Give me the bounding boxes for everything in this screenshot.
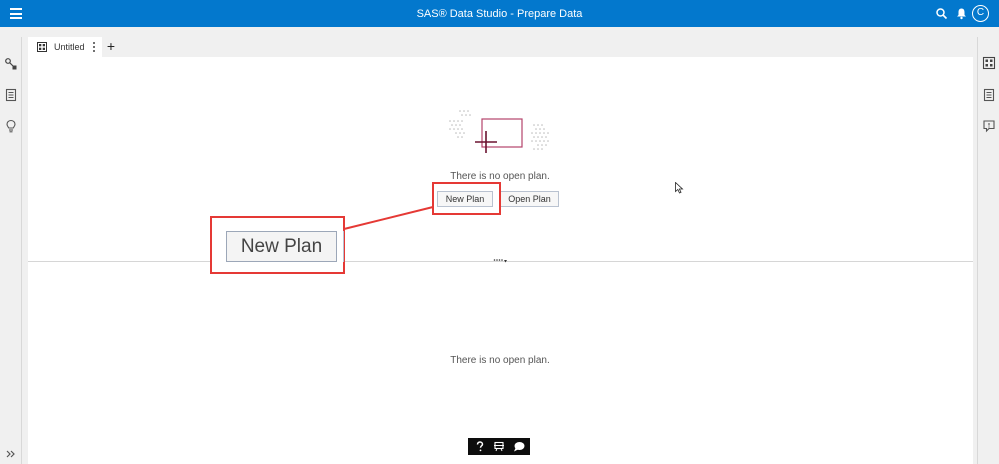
comment-icon[interactable] [982,119,996,133]
document-icon[interactable] [982,88,996,102]
grid-icon[interactable] [982,56,996,70]
zoomed-new-plan-button: New Plan [226,231,337,262]
splitter-handle-icon[interactable] [493,257,509,265]
settings-toggle-icon[interactable] [493,441,505,452]
app-header: SAS® Data Studio - Prepare Data C [0,0,999,27]
bottom-empty-message: There is no open plan. [450,355,550,366]
zoomed-callout: New Plan [210,216,345,274]
plan-grid-icon [37,42,47,52]
empty-plan-illustration-icon [449,110,549,153]
user-avatar[interactable]: C [972,5,989,22]
app-title: SAS® Data Studio - Prepare Data [416,8,583,20]
mouse-cursor-icon [675,182,684,194]
left-rail [0,37,22,464]
data-sources-icon[interactable] [4,57,18,71]
top-empty-message: There is no open plan. [450,171,550,182]
lightbulb-icon[interactable] [4,119,18,133]
help-icon[interactable] [474,441,486,452]
add-tab-button[interactable]: + [105,38,117,54]
bell-icon[interactable] [955,7,968,20]
chat-icon[interactable] [513,441,525,452]
workspace: There is no open plan. New Plan Open Pla… [28,57,973,464]
tab-label: Untitled [54,42,85,52]
tab-bar: Untitled + [28,37,973,57]
new-plan-highlight [432,182,501,215]
tab-more-icon[interactable] [92,41,96,53]
open-plan-button[interactable]: Open Plan [500,191,559,207]
tab-untitled[interactable]: Untitled [28,37,102,57]
zoomed-open-plan-edge [343,231,347,262]
right-rail [977,37,999,464]
expand-icon[interactable] [4,447,18,461]
callout-connector [343,206,434,230]
document-icon[interactable] [4,88,18,102]
help-toolbar [468,438,530,455]
search-icon[interactable] [935,7,948,20]
